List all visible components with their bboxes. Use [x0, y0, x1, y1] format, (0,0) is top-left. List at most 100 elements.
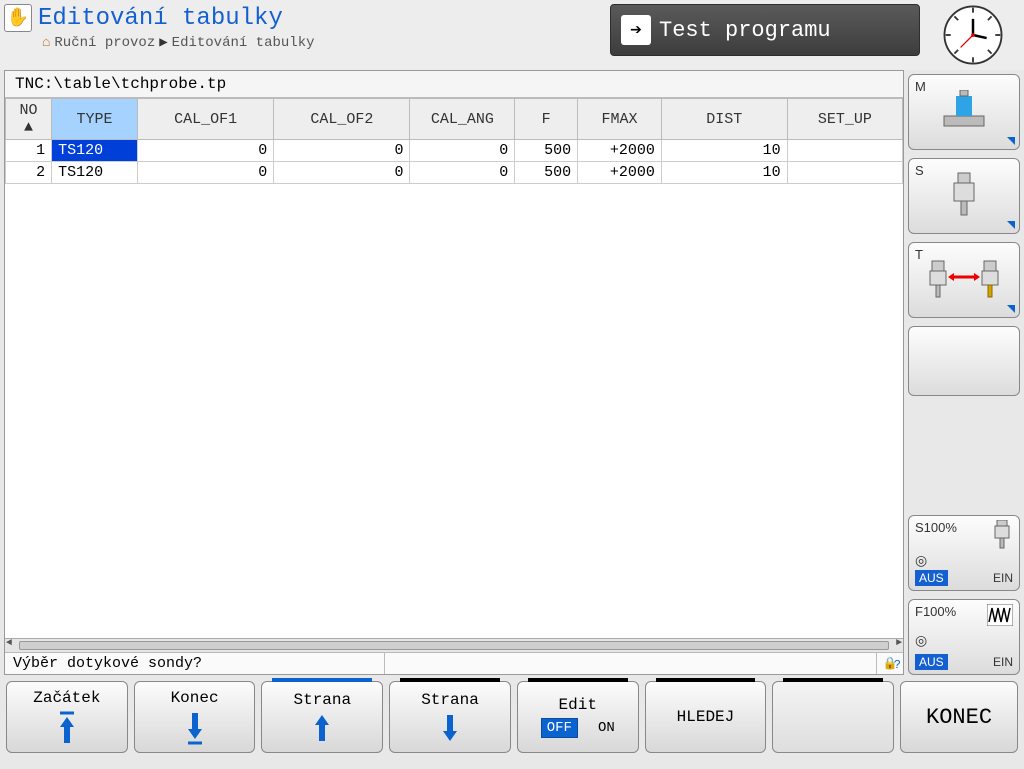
side-s-override[interactable]: S100% ◎ AUS EIN	[908, 515, 1020, 591]
table-header-row: NO ▲ TYPE CAL_OF1 CAL_OF2 CAL_ANG F FMAX…	[6, 99, 903, 140]
col-calof1[interactable]: CAL_OF1	[138, 99, 274, 140]
mode-header: ✋ Editování tabulky	[4, 4, 610, 32]
s-aus[interactable]: AUS	[915, 570, 948, 586]
clock-icon	[928, 2, 1018, 68]
side-t-button[interactable]: T	[908, 242, 1020, 318]
cell-calang[interactable]: 0	[410, 162, 515, 184]
col-dist[interactable]: DIST	[661, 99, 787, 140]
softkey-page-down[interactable]: Strana	[389, 681, 511, 753]
cell-calof1[interactable]: 0	[138, 162, 274, 184]
expand-icon	[1007, 137, 1015, 145]
probe-table[interactable]: NO ▲ TYPE CAL_OF1 CAL_OF2 CAL_ANG F FMAX…	[5, 98, 903, 184]
hand-icon[interactable]: ✋	[4, 4, 32, 32]
test-program-label: Test programu	[659, 18, 831, 43]
home-icon[interactable]: ⌂	[42, 35, 50, 51]
softkey-empty[interactable]	[772, 681, 894, 753]
expand-icon	[1007, 221, 1015, 229]
col-setup[interactable]: SET_UP	[787, 99, 902, 140]
cell-setup[interactable]	[787, 140, 902, 162]
side-s-label: S	[915, 163, 924, 178]
softkey-edit-toggle[interactable]: Edit OFF ON	[517, 681, 639, 753]
arrow-down-icon	[441, 713, 459, 743]
test-program-tab[interactable]: ➔ Test programu	[610, 4, 920, 56]
expand-icon	[1007, 305, 1015, 313]
breadcrumb-root[interactable]: Ruční provoz	[54, 35, 155, 51]
breadcrumb: ⌂ Ruční provoz ▶ Editování tabulky	[4, 34, 610, 51]
arrow-up-stop-icon	[58, 711, 76, 745]
s-override-label: S100%	[915, 520, 957, 535]
softkey-konec-label: KONEC	[926, 705, 992, 730]
cell-setup[interactable]	[787, 162, 902, 184]
table-row[interactable]: 1 TS120 0 0 0 500 +2000 10	[6, 140, 903, 162]
edit-on[interactable]: ON	[598, 720, 615, 736]
prompt-bar: Výběr dotykové sondy? 🔒	[5, 652, 903, 674]
softkey-search[interactable]: HLEDEJ	[645, 681, 767, 753]
col-fmax[interactable]: FMAX	[578, 99, 662, 140]
col-calof2[interactable]: CAL_OF2	[274, 99, 410, 140]
cell-f[interactable]: 500	[515, 162, 578, 184]
tool-swap-icon	[924, 255, 1004, 305]
help-icon[interactable]: ?	[894, 658, 901, 672]
softkey-pagedown-label: Strana	[421, 691, 479, 709]
breadcrumb-sep-icon: ▶	[159, 34, 167, 51]
prompt-input[interactable]	[385, 653, 877, 674]
col-f[interactable]: F	[515, 99, 578, 140]
softkey-page-up[interactable]: Strana	[261, 681, 383, 753]
cell-fmax[interactable]: +2000	[578, 162, 662, 184]
softkey-row: Začátek Konec Strana Strana Edit OFF ON	[0, 675, 1024, 759]
side-t-label: T	[915, 247, 923, 262]
table-area[interactable]: NO ▲ TYPE CAL_OF1 CAL_OF2 CAL_ANG F FMAX…	[5, 98, 903, 638]
horizontal-scrollbar[interactable]: ►	[5, 638, 903, 652]
arrow-down-stop-icon	[186, 711, 204, 745]
softkey-pageup-label: Strana	[293, 691, 351, 709]
top-bar: ✋ Editování tabulky ⌂ Ruční provoz ▶ Edi…	[0, 0, 1024, 70]
col-type[interactable]: TYPE	[52, 99, 138, 140]
col-no[interactable]: NO ▲	[6, 99, 52, 140]
softkey-begin-label: Začátek	[33, 689, 100, 707]
side-column: M S T	[908, 70, 1024, 675]
arrow-up-icon	[313, 713, 331, 743]
breadcrumb-current: Editování tabulky	[172, 35, 315, 51]
cell-fmax[interactable]: +2000	[578, 140, 662, 162]
softkey-begin[interactable]: Začátek	[6, 681, 128, 753]
f-override-label: F100%	[915, 604, 956, 619]
side-m-label: M	[915, 79, 926, 94]
prompt-text: Výběr dotykové sondy?	[5, 653, 385, 674]
arrow-right-icon: ➔	[621, 15, 651, 45]
cell-calof2[interactable]: 0	[274, 140, 410, 162]
side-f-override[interactable]: F100% ◎ AUS EIN	[908, 599, 1020, 675]
cell-calang[interactable]: 0	[410, 140, 515, 162]
mode-area: ✋ Editování tabulky ⌂ Ruční provoz ▶ Edi…	[0, 0, 610, 51]
spindle-small-icon	[991, 520, 1013, 550]
table-row[interactable]: 2 TS120 0 0 0 500 +2000 10	[6, 162, 903, 184]
s-ein[interactable]: EIN	[993, 571, 1013, 585]
cell-dist[interactable]: 10	[661, 162, 787, 184]
side-empty-button[interactable]	[908, 326, 1020, 396]
cell-calof1[interactable]: 0	[138, 140, 274, 162]
edit-off[interactable]: OFF	[541, 718, 578, 738]
side-s-button[interactable]: S	[908, 158, 1020, 234]
cell-type[interactable]: TS120	[52, 140, 138, 162]
softkey-edit-label: Edit	[559, 696, 597, 714]
softkey-konec[interactable]: KONEC	[900, 681, 1018, 753]
content-column: TNC:\table\tchprobe.tp NO ▲ TYPE CAL_OF1…	[4, 70, 904, 675]
cell-dist[interactable]: 10	[661, 140, 787, 162]
mode-title: Editování tabulky	[38, 5, 283, 32]
file-path: TNC:\table\tchprobe.tp	[5, 71, 903, 98]
softkey-end[interactable]: Konec	[134, 681, 256, 753]
cell-f[interactable]: 500	[515, 140, 578, 162]
cell-no[interactable]: 2	[6, 162, 52, 184]
col-calang[interactable]: CAL_ANG	[410, 99, 515, 140]
spindle-icon	[944, 171, 984, 221]
cell-no[interactable]: 1	[6, 140, 52, 162]
f-aus[interactable]: AUS	[915, 654, 948, 670]
main-row: TNC:\table\tchprobe.tp NO ▲ TYPE CAL_OF1…	[0, 70, 1024, 675]
cell-calof2[interactable]: 0	[274, 162, 410, 184]
cell-type[interactable]: TS120	[52, 162, 138, 184]
f-ein[interactable]: EIN	[993, 655, 1013, 669]
softkey-end-label: Konec	[171, 689, 219, 707]
side-m-button[interactable]: M	[908, 74, 1020, 150]
machine-icon	[934, 90, 994, 134]
softkey-search-label: HLEDEJ	[677, 708, 735, 726]
feed-wave-icon	[987, 604, 1013, 626]
